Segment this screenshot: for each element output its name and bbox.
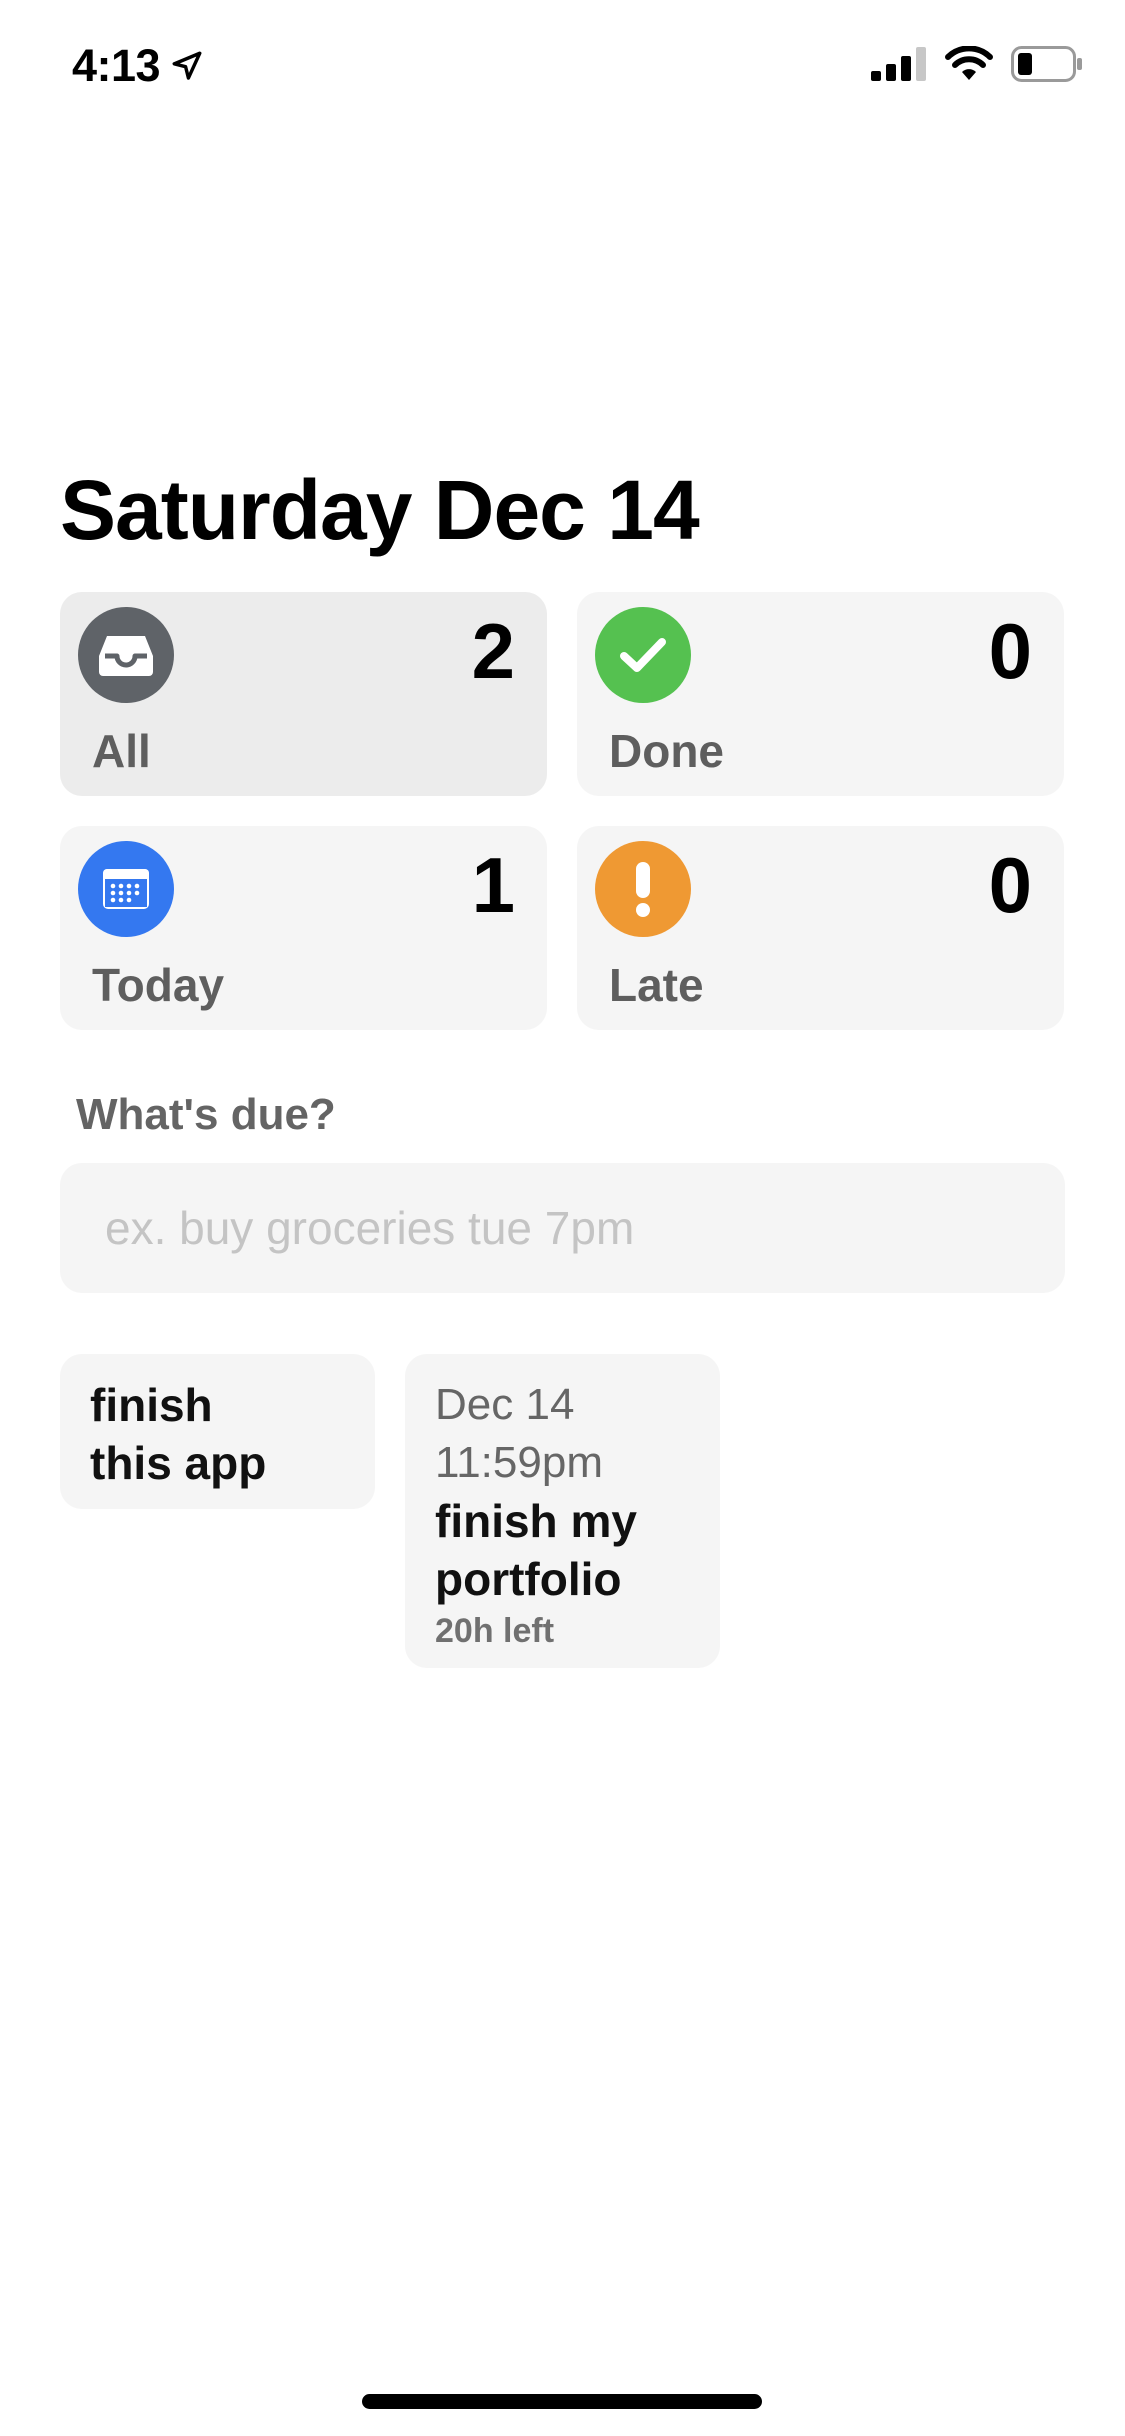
done-label: Done (609, 725, 724, 777)
task-title-line: this app (90, 1437, 267, 1489)
screen: 4:13 Saturday Dec 14 2 All 0 Done 1 Toda… (0, 0, 1125, 2436)
late-label: Late (609, 959, 704, 1011)
filter-card-late[interactable]: 0 Late (577, 826, 1064, 1030)
today-label: Today (92, 959, 225, 1011)
input-label: What's due? (76, 1090, 336, 1139)
today-count: 1 (471, 841, 515, 929)
home-indicator[interactable] (362, 2394, 762, 2409)
task-title-line: portfolio (435, 1553, 622, 1605)
filter-card-today[interactable]: 1 Today (60, 826, 547, 1030)
filter-card-all[interactable]: 2 All (60, 592, 547, 796)
task-card[interactable]: finish this app (60, 1354, 375, 1509)
task-due-time: 11:59pm (435, 1438, 603, 1487)
filter-card-done[interactable]: 0 Done (577, 592, 1064, 796)
battery-icon (1011, 46, 1082, 82)
calendar-icon (78, 841, 174, 937)
cellular-signal-icon (871, 47, 926, 81)
task-time-left: 20h left (435, 1612, 555, 1650)
page-title: Saturday Dec 14 (60, 463, 700, 557)
location-arrow-icon (172, 51, 202, 80)
task-card[interactable]: Dec 14 11:59pm finish my portfolio 20h l… (405, 1354, 720, 1668)
task-title-line: finish (90, 1379, 213, 1431)
exclamation-icon (595, 841, 691, 937)
new-task-input[interactable] (60, 1163, 1065, 1293)
task-title: finish this app (90, 1376, 345, 1492)
clock: 4:13 (72, 40, 161, 91)
tray-icon (78, 607, 174, 703)
wifi-icon (945, 46, 993, 80)
task-due-date: Dec 14 (435, 1380, 575, 1429)
status-time: 4:13 (72, 40, 204, 92)
task-title-line: finish my (435, 1495, 637, 1547)
late-count: 0 (988, 841, 1032, 929)
status-indicators (871, 46, 1083, 82)
all-count: 2 (471, 607, 515, 695)
task-title: finish my portfolio (435, 1492, 690, 1608)
checkmark-icon (595, 607, 691, 703)
all-label: All (92, 725, 151, 777)
done-count: 0 (988, 607, 1032, 695)
